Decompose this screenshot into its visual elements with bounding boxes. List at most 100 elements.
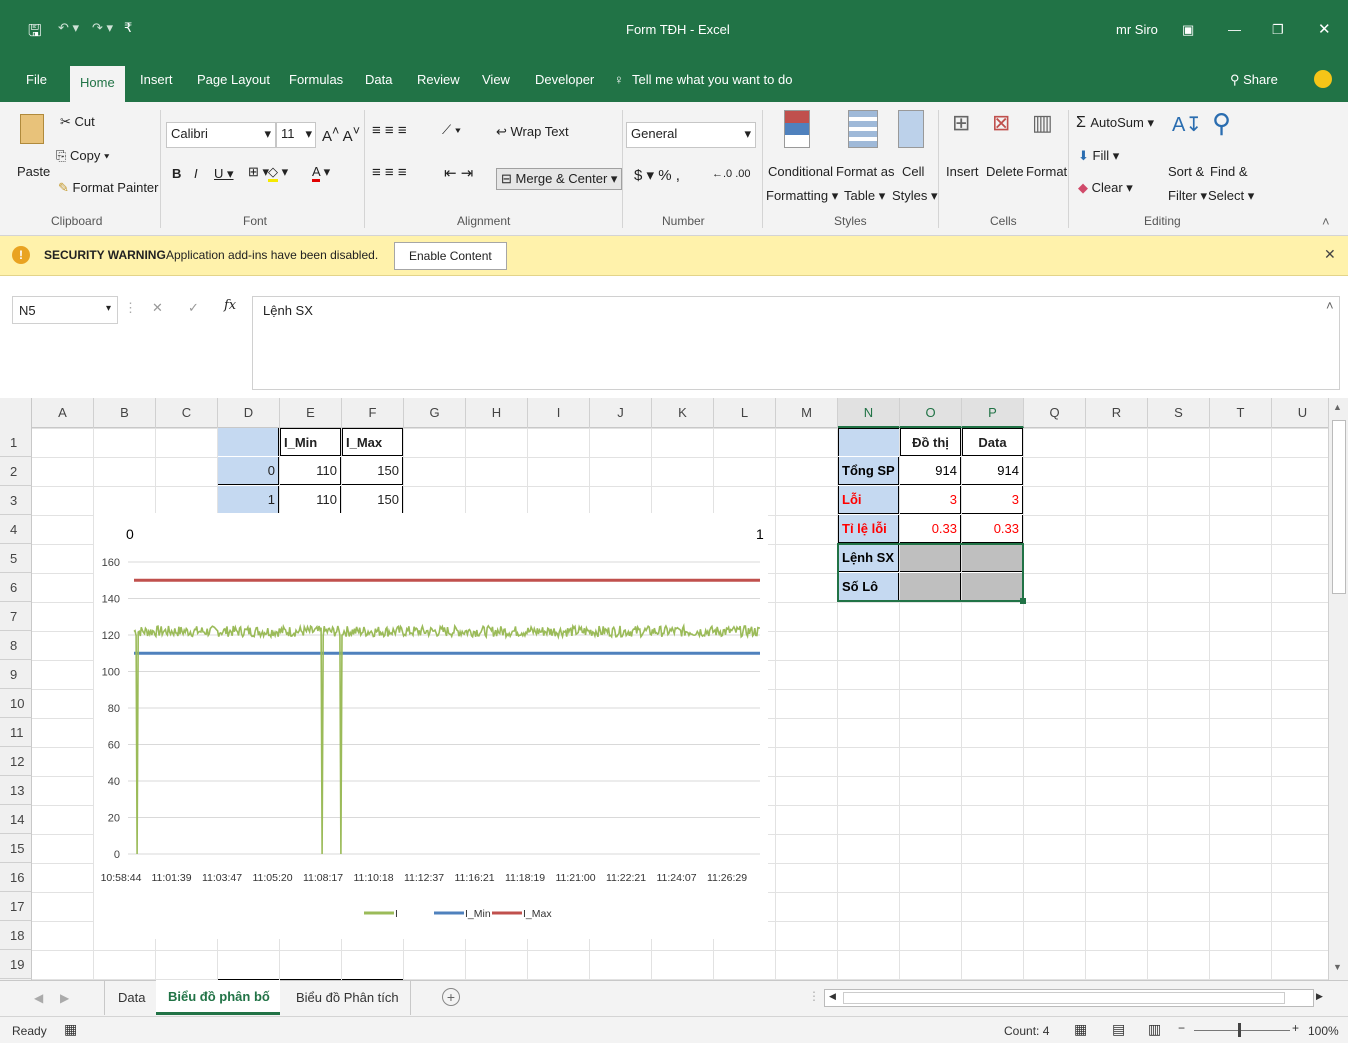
redo-icon[interactable]: ↷ ▾ [92, 20, 113, 36]
font-color-icon[interactable]: A ▾ [312, 164, 330, 182]
user-name[interactable]: mr Siro [1116, 22, 1158, 37]
scroll-thumb[interactable] [843, 992, 1285, 1004]
table-cell[interactable]: 150 [342, 486, 403, 514]
fill-button[interactable]: ⬇ Fill ▾ [1078, 148, 1119, 164]
row-header-14[interactable]: 14 [0, 805, 32, 834]
restore-icon[interactable]: ❐ [1272, 22, 1284, 38]
tab-data[interactable]: Data [365, 72, 392, 87]
cell-header-right[interactable]: Đồ thị [900, 428, 961, 456]
table-cell[interactable]: 110 [280, 486, 341, 514]
scroll-right-icon[interactable]: ▶ [1316, 991, 1323, 1002]
page-layout-view-icon[interactable]: ▤ [1112, 1021, 1125, 1038]
table-cell[interactable]: 110 [280, 457, 341, 485]
zoom-slider-thumb[interactable] [1238, 1023, 1241, 1037]
row-header-5[interactable]: 5 [0, 544, 32, 573]
tab-formulas[interactable]: Formulas [289, 72, 343, 87]
cell-n1[interactable] [838, 428, 899, 456]
cell-label[interactable]: Cell [902, 164, 924, 179]
filter-label[interactable]: Filter ▾ [1168, 188, 1207, 204]
row-header-17[interactable]: 17 [0, 892, 32, 921]
row-header-11[interactable]: 11 [0, 718, 32, 747]
collapse-formula-icon[interactable]: ˄ [1326, 298, 1334, 313]
column-header-l[interactable]: L [714, 398, 776, 428]
align-top-icon[interactable]: ≡ ≡ ≡ [372, 122, 407, 139]
column-header-o[interactable]: O [900, 398, 962, 428]
cell-header-i-min[interactable]: I_Min [280, 428, 341, 456]
column-header-k[interactable]: K [652, 398, 714, 428]
borders-icon[interactable]: ⊞ ▾ [248, 164, 269, 180]
scroll-up-icon[interactable]: ▲ [1333, 402, 1342, 412]
smiley-icon[interactable] [1314, 70, 1332, 88]
function-icon[interactable]: fx [224, 298, 236, 313]
column-header-q[interactable]: Q [1024, 398, 1086, 428]
row-header-16[interactable]: 16 [0, 863, 32, 892]
cell-header-right[interactable]: Data [962, 428, 1023, 456]
close-icon[interactable]: ✕ [1324, 246, 1336, 263]
fill-color-icon[interactable]: ◇ ▾ [268, 164, 288, 182]
column-header-n[interactable]: N [838, 398, 900, 428]
cell-header-i-max[interactable]: I_Max [342, 428, 403, 456]
column-header-f[interactable]: F [342, 398, 404, 428]
sheet-tab-data[interactable]: Data [118, 990, 145, 1005]
close-icon[interactable]: ✕ [1318, 20, 1331, 38]
value-cell[interactable]: 3 [962, 486, 1023, 514]
cancel-icon[interactable]: ✕ [152, 300, 163, 316]
row-label-cell[interactable]: Tỉ lệ lỗi [838, 515, 899, 543]
bold-icon[interactable]: B [172, 166, 181, 181]
wrap-text-button[interactable]: ↩ Wrap Text [496, 124, 569, 140]
column-header-r[interactable]: R [1086, 398, 1148, 428]
number-format-select[interactable]: General ▾ [626, 122, 756, 148]
column-header-h[interactable]: H [466, 398, 528, 428]
next-sheet-icon[interactable]: ▶ [60, 991, 69, 1005]
row-header-7[interactable]: 7 [0, 602, 32, 631]
format-table-icon[interactable] [848, 110, 878, 148]
zoom-out-icon[interactable]: − [1178, 1021, 1185, 1035]
column-header-e[interactable]: E [280, 398, 342, 428]
autosum-button[interactable]: Σ AutoSum ▾ [1076, 114, 1154, 132]
insert-cells-icon[interactable]: ⊞ [952, 110, 970, 136]
row-header-19[interactable]: 19 [0, 950, 32, 979]
column-header-d[interactable]: D [218, 398, 280, 428]
sheet-tab-bieu-do-phan-bo[interactable]: Biểu đồ phân bố [168, 989, 270, 1004]
row-header-9[interactable]: 9 [0, 660, 32, 689]
formula-input[interactable]: Lệnh SX [252, 296, 1340, 390]
undo-icon[interactable]: ↶ ▾ [58, 20, 79, 36]
delete-cells-icon[interactable]: ⊠ [992, 110, 1010, 136]
grow-font-icon[interactable]: A˄ A˅ [322, 124, 360, 145]
table-cell[interactable]: 150 [342, 457, 403, 485]
scroll-down-icon[interactable]: ▼ [1333, 962, 1342, 972]
vertical-scrollbar[interactable]: ▲ ▼ [1328, 398, 1348, 980]
row-header-13[interactable]: 13 [0, 776, 32, 805]
delete-button[interactable]: Delete [986, 164, 1024, 179]
column-header-u[interactable]: U [1272, 398, 1334, 428]
paste-button[interactable]: Paste [17, 164, 50, 179]
value-cell[interactable]: 3 [900, 486, 961, 514]
underline-icon[interactable]: U ▾ [214, 166, 234, 182]
paste-icon[interactable] [20, 114, 44, 144]
ribbon-display-icon[interactable]: ▣ [1182, 22, 1194, 38]
enable-content-button[interactable]: Enable Content [394, 242, 507, 270]
format-painter-button[interactable]: ✎ Format Painter [58, 180, 159, 196]
tab-page-layout[interactable]: Page Layout [197, 72, 270, 87]
cell-styles-icon[interactable] [898, 110, 924, 148]
name-box[interactable]: N5 ▾ [12, 296, 118, 324]
table-label[interactable]: Table ▾ [844, 188, 885, 204]
row-header-18[interactable]: 18 [0, 921, 32, 950]
value-cell[interactable]: 914 [900, 457, 961, 485]
styles-label[interactable]: Styles ▾ [892, 188, 938, 204]
merge-center-button[interactable]: ⊟ Merge & Center ▾ [496, 168, 623, 190]
normal-view-icon[interactable]: ▦ [1074, 1021, 1087, 1038]
formatting-label[interactable]: Formatting ▾ [766, 188, 838, 204]
customize-qat-icon[interactable]: ₹ [124, 20, 132, 36]
cut-button[interactable]: ✂ Cut [60, 114, 95, 130]
column-header-g[interactable]: G [404, 398, 466, 428]
row-label-cell[interactable]: Lỗi [838, 486, 899, 514]
row-label-cell[interactable]: Tổng SP [838, 457, 899, 485]
row-header-1[interactable]: 1 [0, 428, 32, 457]
format-button[interactable]: Format [1026, 164, 1067, 179]
font-name-select[interactable]: Calibri ▾ [166, 122, 276, 148]
row-header-4[interactable]: 4 [0, 515, 32, 544]
fill-handle[interactable] [1020, 598, 1026, 604]
tab-home[interactable]: Home [70, 66, 125, 102]
find-label[interactable]: Find & [1210, 164, 1248, 179]
